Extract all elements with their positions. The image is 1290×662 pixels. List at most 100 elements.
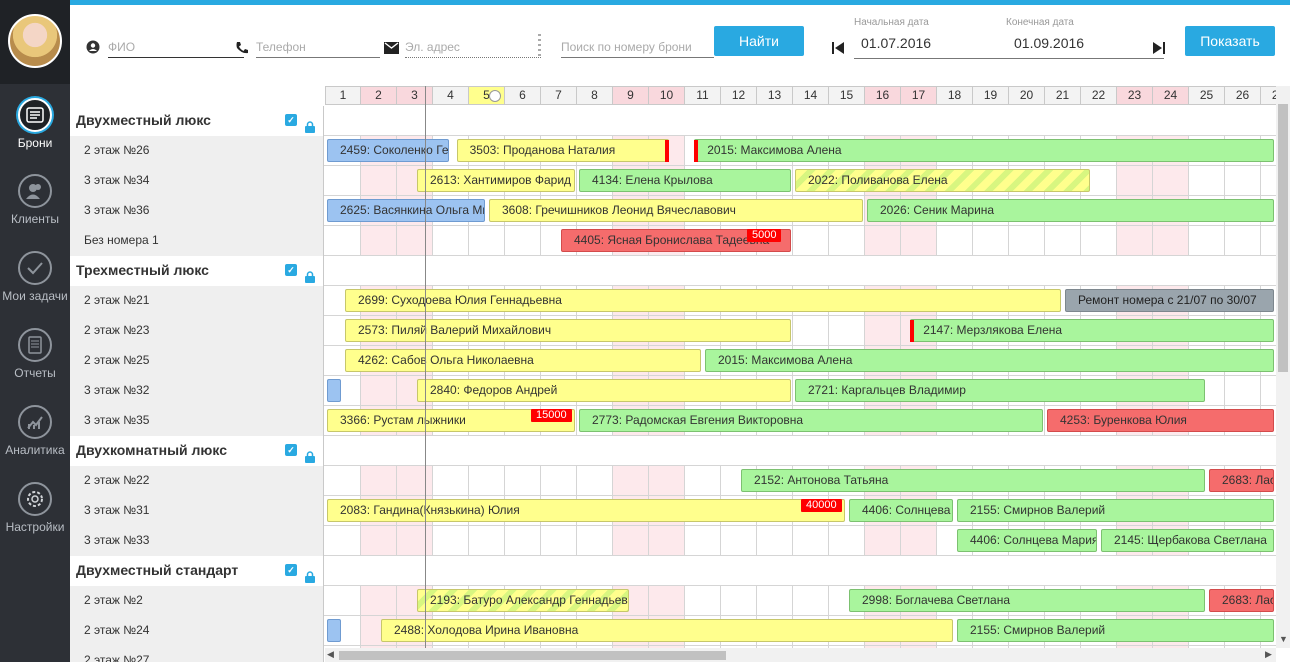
day-cell[interactable] (325, 526, 361, 555)
day-cell[interactable] (829, 526, 865, 555)
booking-bar[interactable]: 2998: Боглачева Светлана (849, 589, 1205, 612)
day-cell[interactable] (325, 166, 361, 195)
day-cell[interactable] (865, 526, 901, 555)
skip-next-icon[interactable] (1153, 41, 1165, 58)
booking-bar[interactable]: 2573: Пиляй Валерий Михайлович (345, 319, 791, 342)
booking-bar[interactable]: 4253: Буренкова Юлия (1047, 409, 1274, 432)
checkbox-icon[interactable]: ✓ (285, 564, 297, 576)
booking-bar[interactable]: 2147: Мерзлякова Елена (910, 319, 1274, 342)
room-label[interactable]: 3 этаж №36 (70, 196, 324, 226)
room-label[interactable]: 3 этаж №31 (70, 496, 324, 526)
day-cell[interactable] (361, 376, 397, 405)
room-label[interactable]: 2 этаж №26 (70, 136, 324, 166)
day-cell[interactable] (1225, 166, 1261, 195)
day-cell[interactable] (901, 526, 937, 555)
booking-bar[interactable]: 2683: Ласу (1209, 469, 1274, 492)
sidebar-item-settings[interactable]: Настройки (0, 474, 70, 550)
booking-bar[interactable]: 2773: Радомская Евгения Викторовна (579, 409, 1043, 432)
day-cell[interactable] (1261, 376, 1276, 405)
skip-previous-icon[interactable] (832, 41, 844, 58)
day-cell[interactable] (649, 586, 685, 615)
scroll-right-icon[interactable]: ▶ (1265, 649, 1272, 660)
day-cell[interactable] (505, 226, 541, 255)
avatar[interactable] (8, 14, 62, 68)
booking-bar[interactable]: 3 (327, 619, 341, 642)
booking-bar[interactable]: 3608: Гречишников Леонид Вячеславович (489, 199, 863, 222)
day-cell[interactable] (793, 226, 829, 255)
day-cell[interactable] (1189, 166, 1225, 195)
day-cell[interactable] (433, 226, 469, 255)
day-cell[interactable] (685, 466, 721, 495)
day-cell[interactable] (829, 226, 865, 255)
checkbox-icon[interactable]: ✓ (285, 444, 297, 456)
booking-search-input[interactable] (561, 36, 714, 58)
booking-bar[interactable]: 2683: Ласу (1209, 589, 1274, 612)
day-cell[interactable] (325, 466, 361, 495)
day-cell[interactable] (757, 586, 793, 615)
day-cell[interactable] (865, 316, 901, 345)
start-date-field[interactable]: 01.07.2016 (861, 35, 931, 51)
booking-bar[interactable]: 4406: Солнцева (849, 499, 953, 522)
day-cell[interactable] (541, 526, 577, 555)
room-label[interactable]: 2 этаж №22 (70, 466, 324, 496)
booking-bar[interactable]: 2613: Хантимиров Фарид Никс (417, 169, 575, 192)
lock-icon[interactable] (305, 444, 315, 463)
day-cell[interactable] (397, 466, 433, 495)
day-cell[interactable] (505, 526, 541, 555)
scroll-down-icon[interactable]: ▼ (1279, 634, 1288, 644)
room-label[interactable]: 3 этаж №34 (70, 166, 324, 196)
sidebar-item-analytics[interactable]: Аналитика (0, 397, 70, 473)
day-cell[interactable] (361, 166, 397, 195)
day-cell[interactable] (433, 466, 469, 495)
day-cell[interactable] (793, 526, 829, 555)
booking-bar[interactable]: 2026: Сеник Марина (867, 199, 1274, 222)
lock-icon[interactable] (305, 564, 315, 583)
day-cell[interactable] (793, 586, 829, 615)
day-cell[interactable] (793, 316, 829, 345)
day-cell[interactable] (433, 526, 469, 555)
room-label[interactable]: 2 этаж №24 (70, 616, 324, 646)
room-label[interactable]: 2 этаж №23 (70, 316, 324, 346)
day-cell[interactable] (469, 526, 505, 555)
booking-bar[interactable]: 2625: Васянкина Ольга Ми (327, 199, 485, 222)
day-cell[interactable] (1225, 376, 1261, 405)
booking-bar[interactable]: 4134: Елена Крылова (579, 169, 791, 192)
booking-bar[interactable]: Ремонт номера с 21/07 по 30/07 (1065, 289, 1274, 312)
booking-bar[interactable]: 2155: Смирнов Валерий (957, 499, 1274, 522)
day-cell[interactable] (1153, 166, 1189, 195)
booking-bar[interactable]: 4406: Солнцева Мария (957, 529, 1097, 552)
show-button[interactable]: Показать (1185, 26, 1275, 56)
booking-bar[interactable]: 3 (327, 379, 341, 402)
horizontal-scrollbar[interactable]: ◀ ▶ (325, 648, 1276, 662)
booking-bar[interactable]: 2022: Поливанова Елена (795, 169, 1090, 192)
horizontal-scrollbar-thumb[interactable] (339, 651, 726, 660)
checkbox-icon[interactable]: ✓ (285, 114, 297, 126)
room-label[interactable]: 3 этаж №33 (70, 526, 324, 556)
day-cell[interactable] (1261, 166, 1276, 195)
day-cell[interactable] (1081, 226, 1117, 255)
checkbox-icon[interactable]: ✓ (285, 264, 297, 276)
vertical-scrollbar[interactable]: ▼ (1276, 86, 1290, 648)
day-cell[interactable] (361, 466, 397, 495)
day-cell[interactable] (649, 526, 685, 555)
email-field[interactable] (405, 36, 541, 58)
phone-field[interactable] (256, 36, 380, 58)
booking-bar[interactable]: 2459: Соколенко Ген (327, 139, 449, 162)
day-cell[interactable] (757, 526, 793, 555)
booking-bar[interactable]: 2015: Максимова Алена (705, 349, 1274, 372)
day-cell[interactable] (577, 466, 613, 495)
vertical-scrollbar-thumb[interactable] (1278, 104, 1288, 372)
day-cell[interactable] (829, 316, 865, 345)
booking-bar[interactable]: 2155: Смирнов Валерий (957, 619, 1274, 642)
sidebar-item-clients[interactable]: Клиенты (0, 166, 70, 242)
day-cell[interactable] (937, 226, 973, 255)
day-cell[interactable] (361, 226, 397, 255)
day-cell[interactable] (469, 466, 505, 495)
day-cell[interactable] (505, 466, 541, 495)
day-cell[interactable] (577, 526, 613, 555)
day-cell[interactable] (1261, 226, 1276, 255)
day-cell[interactable] (613, 526, 649, 555)
day-cell[interactable] (1225, 226, 1261, 255)
day-cell[interactable] (1009, 226, 1045, 255)
room-label[interactable]: 2 этаж №21 (70, 286, 324, 316)
